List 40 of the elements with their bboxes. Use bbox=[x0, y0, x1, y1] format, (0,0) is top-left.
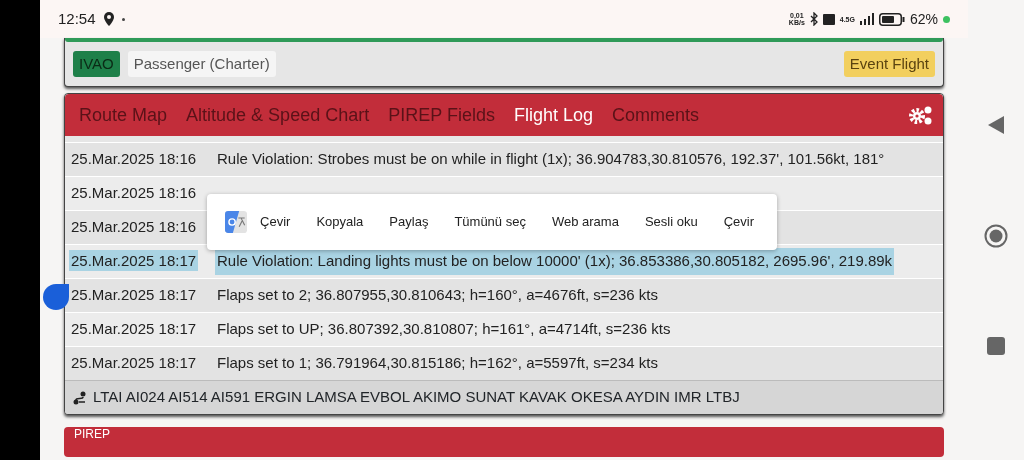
clock-text: 12:54 bbox=[58, 8, 96, 29]
log-time: 25.Mar.2025 18:17 bbox=[70, 353, 198, 374]
log-message: Flaps set to 2; 36.807955,30.810643; h=160°, a=4676ft, s=236 kts bbox=[216, 285, 659, 306]
menu-item[interactable]: Tümünü seç bbox=[441, 212, 539, 232]
menu-item[interactable]: Kopyala bbox=[303, 212, 377, 232]
selection-handle[interactable] bbox=[43, 284, 69, 310]
location-icon bbox=[103, 12, 114, 26]
log-message: Rule Violation: Landing lights must be on below 10000' (1x); 36.853386,30.805182, 2695.96', 219.89k bbox=[215, 248, 895, 275]
route-text: LTAI AI024 AI514 AI591 ERGIN LAMSA EVBOL AKIMO SUNAT KAVAK OKESA AYDIN IMR LTBJ bbox=[93, 387, 740, 408]
status-dot-icon bbox=[943, 15, 950, 23]
log-message: Rule Violation: Strobes must be on while in flight (1x); 36.904783,30.810576, 192.37', 101.56kt, 181° bbox=[216, 149, 886, 170]
battery-icon bbox=[878, 12, 905, 26]
log-message: Flaps set to UP; 36.807392,30.810807; h=161°, a=4714ft, s=236 kts bbox=[216, 319, 672, 340]
home-icon[interactable] bbox=[984, 224, 1008, 248]
log-message: Flaps set to 1; 36.791964,30.815186; h=162°, a=5597ft, s=234 kts bbox=[216, 353, 659, 374]
menu-item[interactable]: Paylaş bbox=[376, 212, 442, 232]
event-badge: Event Flight bbox=[843, 50, 935, 78]
battery-percent-text: 62% bbox=[909, 9, 938, 29]
signal-icon bbox=[859, 13, 874, 25]
log-time: 25.Mar.2025 18:16 bbox=[70, 183, 198, 204]
menu-item[interactable]: Çevir bbox=[710, 212, 767, 232]
log-time: 25.Mar.2025 18:17 bbox=[69, 250, 199, 272]
menu-item[interactable]: Web arama bbox=[538, 212, 632, 232]
gears-icon[interactable] bbox=[909, 105, 933, 125]
flight-type-label: Passenger (Charter) bbox=[127, 50, 276, 78]
bluetooth-icon bbox=[809, 12, 818, 26]
card-title: PIREP bbox=[74, 427, 110, 443]
dot-icon bbox=[121, 17, 125, 21]
tab[interactable]: Flight Log bbox=[513, 101, 593, 129]
menu-item[interactable]: Çevir bbox=[247, 212, 304, 232]
network-badge: IVAO bbox=[73, 50, 120, 78]
recents-icon[interactable] bbox=[987, 337, 1005, 356]
translate-icon[interactable] bbox=[225, 208, 248, 236]
menu-item[interactable]: Sesli oku bbox=[631, 212, 711, 232]
log-time: 25.Mar.2025 18:16 bbox=[70, 149, 198, 170]
log-time: 25.Mar.2025 18:17 bbox=[70, 285, 198, 306]
log-time: 25.Mar.2025 18:16 bbox=[70, 217, 198, 238]
back-icon[interactable] bbox=[987, 114, 1005, 135]
route-icon bbox=[73, 390, 87, 405]
log-time: 25.Mar.2025 18:17 bbox=[70, 319, 198, 340]
